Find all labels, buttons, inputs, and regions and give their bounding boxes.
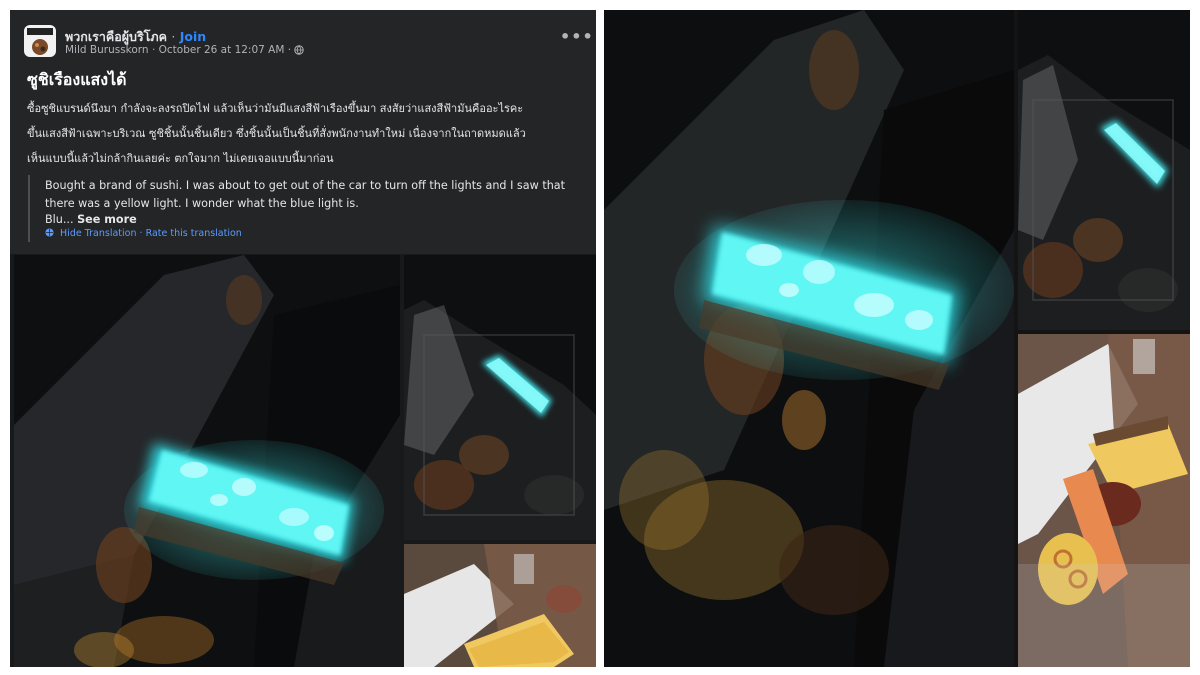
sushi-glow-photo-main[interactable] (14, 255, 400, 667)
sushi-daylight-photo-side[interactable] (1018, 334, 1190, 667)
author-line: Mild Burusskorn · October 26 at 12:07 AM… (65, 44, 305, 56)
translation-links: Hide Translation · Rate this translation (45, 228, 242, 239)
post-timestamp[interactable]: October 26 at 12:07 AM (159, 44, 285, 56)
rate-translation-link[interactable]: Rate this translation (146, 228, 242, 239)
translation-block: Bought a brand of sushi. I was about to … (28, 175, 590, 242)
enlarged-photo-collage (604, 10, 1190, 667)
post-body-line: เห็นแบบนี้แล้วไม่กล้ากินเลยค่ะ ตกใจมาก ไ… (27, 152, 334, 165)
translation-line: there was a yellow light. I wonder what … (45, 197, 359, 210)
globe-icon (45, 228, 54, 237)
translation-line: Bought a brand of sushi. I was about to … (45, 179, 566, 192)
post-title: ซูชิเรืองแสงได้ (27, 70, 127, 89)
group-avatar[interactable] (24, 25, 56, 57)
sushi-glow-photo-side[interactable] (1018, 10, 1190, 330)
separator-dot: · (287, 44, 292, 56)
translation-truncated-text: Blu... (45, 213, 74, 226)
photo-grid (10, 255, 596, 667)
author-name[interactable]: Mild Burusskorn (65, 44, 149, 56)
separator-dot: · (171, 29, 176, 44)
see-more-link[interactable]: See more (77, 213, 137, 226)
translation-last-line: Blu... See more (45, 213, 137, 226)
post-body-line: ซื้อซูชิแบรนด์นึงมา กำลังจะลงรถปิดไฟ แล้… (27, 102, 524, 115)
hide-translation-link[interactable]: Hide Translation (60, 228, 136, 239)
group-name[interactable]: พวกเราคือผู้บริโภค (65, 29, 167, 44)
sushi-glow-photo-large[interactable] (604, 10, 1014, 667)
facebook-post-screenshot: พวกเราคือผู้บริโภค · Join Mild Burusskor… (10, 10, 596, 667)
sushi-daylight-photo-small[interactable] (404, 544, 596, 667)
more-dots-icon[interactable]: ••• (560, 29, 593, 48)
separator-dot: · (151, 44, 156, 56)
post-body-line: ขึ้นแสงสีฟ้าเฉพาะบริเวณ ซูชิชิ้นนั้นชิ้น… (27, 127, 526, 140)
sushi-glow-photo-small[interactable] (404, 255, 596, 540)
post-card: พวกเราคือผู้บริโภค · Join Mild Burusskor… (10, 10, 596, 254)
separator-dot: · (139, 228, 143, 239)
globe-icon (294, 45, 305, 55)
join-link[interactable]: Join (180, 29, 206, 44)
